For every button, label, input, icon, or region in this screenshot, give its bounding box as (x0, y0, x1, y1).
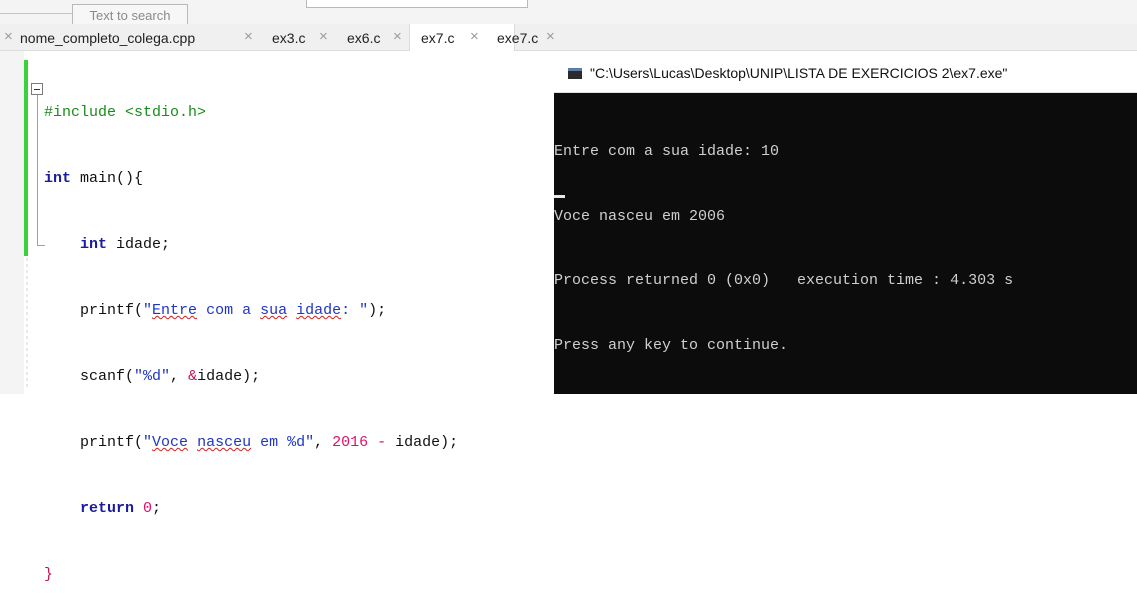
code-text: idade); (395, 434, 459, 451)
console-line: Process returned 0 (0x0) execution time … (554, 272, 1014, 289)
string-literal: "%d" (134, 368, 171, 385)
string-literal-misspelled: nasceu (197, 434, 252, 451)
number-literal: 0 (134, 500, 153, 517)
fold-toggle-icon[interactable] (31, 83, 43, 95)
code-text: ); (368, 302, 387, 319)
close-icon[interactable]: × (319, 28, 328, 46)
editor-gutter (0, 51, 24, 394)
operator: & (188, 368, 198, 385)
code-text: , (170, 368, 189, 385)
code-line-8: } (44, 564, 458, 586)
close-icon[interactable]: × (393, 28, 402, 46)
operator: - (368, 434, 396, 451)
tab-ex6[interactable]: ex6.c (347, 29, 380, 47)
function-dropdown[interactable] (306, 0, 528, 8)
tab-exe7[interactable]: exe7.c (497, 29, 538, 47)
change-marker-bar (24, 60, 28, 256)
code-line-5: scanf("%d", &idade); (44, 366, 458, 388)
string-literal-misspelled: Entre (152, 302, 198, 319)
console-line: Entre com a sua idade: 10 (554, 143, 780, 160)
console-line: Voce nasceu em 2006 (554, 207, 726, 225)
close-icon[interactable]: × (546, 28, 555, 46)
string-literal (188, 434, 197, 451)
string-literal (287, 302, 296, 319)
closing-brace: } (44, 566, 54, 583)
preprocessor-include: #include <stdio.h> (44, 104, 207, 121)
string-literal-misspelled: idade (296, 302, 342, 319)
console-app-icon (568, 68, 582, 79)
code-line-6: printf("Voce nasceu em %d", 2016 - idade… (44, 432, 458, 454)
code-line-7: return 0; (44, 498, 458, 520)
tab-nome-completo-colega[interactable]: nome_completo_colega.cpp (20, 29, 195, 47)
close-icon[interactable]: × (244, 28, 253, 46)
keyword: int (44, 170, 72, 187)
console-line: Press any key to continue. (554, 336, 789, 354)
code-line-2: int main(){ (44, 168, 458, 190)
close-icon[interactable]: × (470, 28, 479, 46)
code-line-3: int idade; (44, 234, 458, 256)
code-text: idade); (197, 368, 261, 385)
code-line-1: #include <stdio.h> (44, 102, 458, 124)
code-text: printf( (80, 302, 144, 319)
console-titlebar[interactable]: "C:\Users\Lucas\Desktop\UNIP\LISTA DE EX… (554, 54, 1137, 93)
search-underline (0, 13, 72, 14)
code-text: , (314, 434, 333, 451)
close-icon[interactable]: × (4, 28, 13, 46)
console-window[interactable]: "C:\Users\Lucas\Desktop\UNIP\LISTA DE EX… (554, 54, 1137, 394)
code-text: scanf( (80, 368, 135, 385)
code-text: main(){ (71, 170, 144, 187)
code-text: printf( (80, 434, 144, 451)
string-literal: " (143, 434, 153, 451)
console-title: "C:\Users\Lucas\Desktop\UNIP\LISTA DE EX… (590, 65, 1008, 81)
console-output: Entre com a sua idade: 10 Voce nasceu em… (554, 98, 1013, 399)
tab-ex3[interactable]: ex3.c (272, 29, 305, 47)
string-literal: em %d" (251, 434, 315, 451)
string-literal: : " (341, 302, 369, 319)
string-literal-misspelled: Voce (152, 434, 189, 451)
search-input[interactable]: Text to search (72, 4, 188, 24)
console-cursor (554, 195, 565, 198)
code-line-4: printf("Entre com a sua idade: "); (44, 300, 458, 322)
tab-ex7[interactable]: ex7.c (421, 29, 454, 47)
number-literal: 2016 (332, 434, 369, 451)
string-literal: com a (197, 302, 261, 319)
code-text: idade; (107, 236, 171, 253)
string-literal-misspelled: sua (260, 302, 288, 319)
keyword: return (80, 500, 135, 517)
fold-guide-line (37, 95, 38, 245)
code-editor[interactable]: #include <stdio.h> int main(){ int idade… (44, 58, 458, 608)
code-text: ; (152, 500, 162, 517)
string-literal: " (143, 302, 153, 319)
keyword: int (80, 236, 108, 253)
